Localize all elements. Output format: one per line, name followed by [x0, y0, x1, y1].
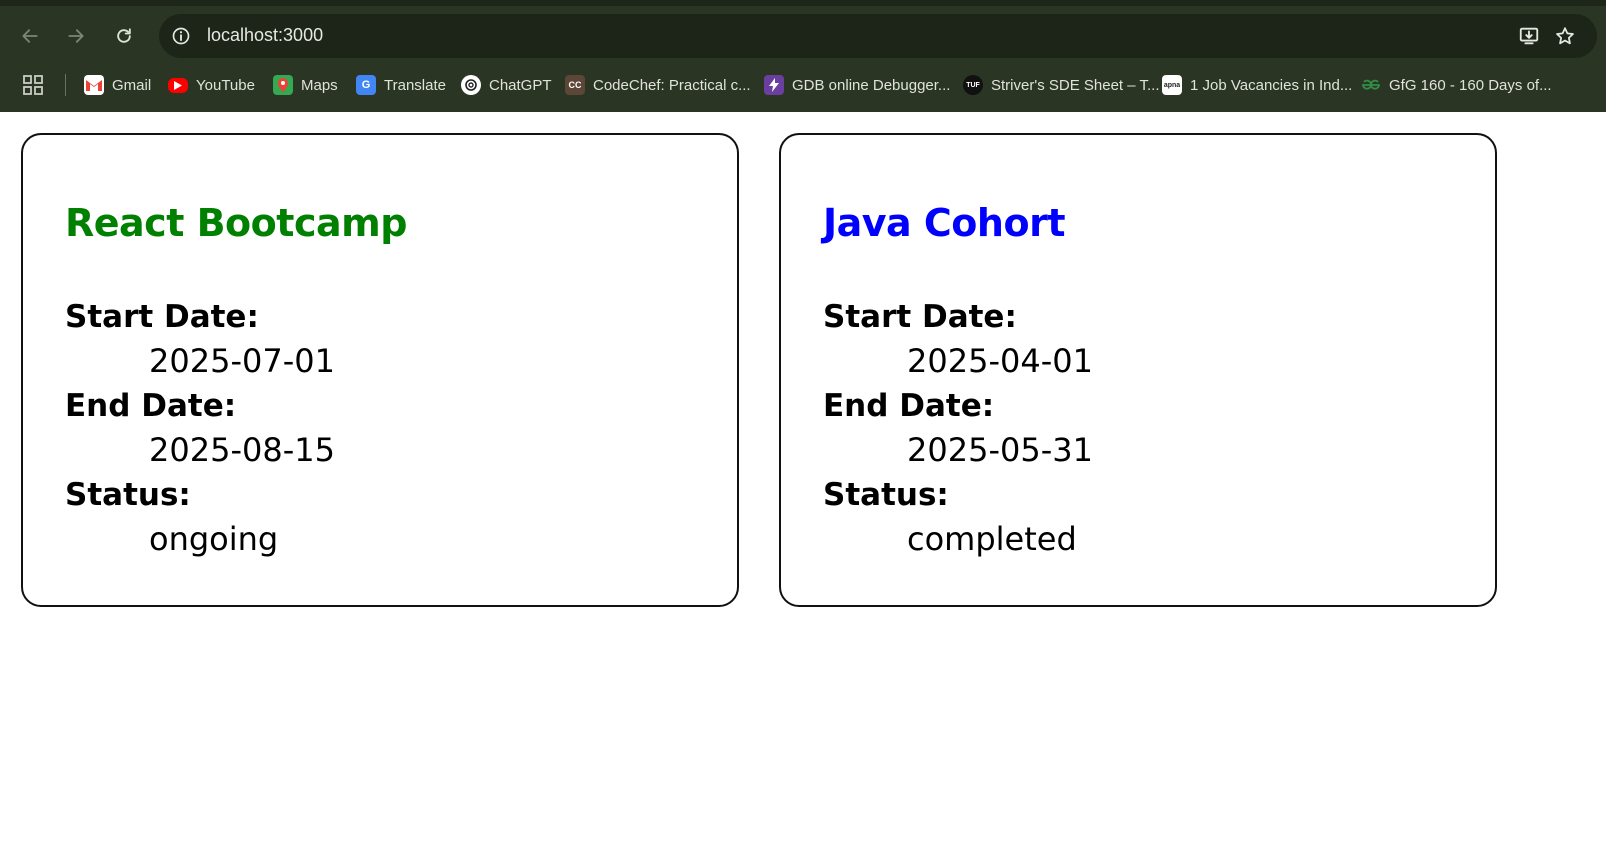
maps-icon — [273, 75, 293, 95]
status-label: Status: — [823, 477, 949, 513]
back-button[interactable] — [16, 22, 44, 50]
cohort-card: Java Cohort Start Date: 2025-04-01 End D… — [779, 133, 1497, 607]
gmail-icon — [84, 75, 104, 95]
bookmark-label: Gmail — [112, 76, 152, 94]
reload-button[interactable] — [110, 22, 138, 50]
chatgpt-icon — [461, 75, 481, 95]
info-icon — [172, 27, 190, 45]
status-value: ongoing — [149, 520, 279, 558]
bookmark-label: 1 Job Vacancies in Ind... — [1190, 76, 1353, 94]
bookmark-label: Striver's SDE Sheet – T... — [991, 76, 1160, 94]
start-date-value: 2025-07-01 — [149, 342, 335, 380]
install-icon — [1519, 27, 1539, 45]
bookmark-striver[interactable]: TUF Striver's SDE Sheet – T... — [963, 72, 1160, 98]
bookmark-star-button[interactable] — [1553, 24, 1577, 48]
cohort-details: Start Date: 2025-07-01 End Date: 2025-08… — [65, 295, 335, 562]
end-date-value: 2025-05-31 — [907, 431, 1093, 469]
end-date-value: 2025-08-15 — [149, 431, 335, 469]
apps-grid-icon[interactable] — [22, 74, 44, 96]
arrow-right-icon — [68, 29, 84, 43]
cohort-details: Start Date: 2025-04-01 End Date: 2025-05… — [823, 295, 1093, 562]
url-text[interactable]: localhost:3000 — [207, 25, 323, 46]
bookmark-label: Translate — [384, 76, 446, 94]
bookmark-label: CodeChef: Practical c... — [593, 76, 751, 94]
status-value: completed — [907, 520, 1077, 558]
cohort-title: React Bootcamp — [65, 201, 407, 245]
site-info-button[interactable] — [169, 24, 193, 48]
arrow-left-icon — [22, 29, 38, 43]
bookmark-gfg[interactable]: GfG 160 - 160 Days of... — [1361, 72, 1552, 98]
tuf-icon: TUF — [963, 75, 983, 95]
translate-icon: G — [356, 75, 376, 95]
bookmark-youtube[interactable]: YouTube — [168, 72, 255, 98]
bookmark-translate[interactable]: G Translate — [356, 72, 446, 98]
end-date-label: End Date: — [823, 388, 995, 424]
address-bar[interactable]: localhost:3000 — [159, 14, 1597, 58]
browser-toolbar: localhost:3000 Gmail YouTube Maps G Tran… — [0, 0, 1606, 112]
status-label: Status: — [65, 477, 191, 513]
bookmark-chatgpt[interactable]: ChatGPT — [461, 72, 552, 98]
bookmark-gdb[interactable]: GDB online Debugger... — [764, 72, 950, 98]
bookmarks-divider — [65, 74, 66, 96]
bookmark-label: Maps — [301, 76, 338, 94]
codechef-icon: CC — [565, 75, 585, 95]
bookmark-codechef[interactable]: CC CodeChef: Practical c... — [565, 72, 751, 98]
bookmark-label: ChatGPT — [489, 76, 552, 94]
cohort-title: Java Cohort — [823, 201, 1065, 245]
bookmark-apna[interactable]: apna 1 Job Vacancies in Ind... — [1162, 72, 1352, 98]
bookmark-maps[interactable]: Maps — [273, 72, 338, 98]
start-date-label: Start Date: — [65, 299, 259, 335]
gdb-icon — [764, 75, 784, 95]
gfg-icon — [1361, 75, 1381, 95]
bookmark-label: GfG 160 - 160 Days of... — [1389, 76, 1552, 94]
apna-icon: apna — [1162, 75, 1182, 95]
start-date-value: 2025-04-01 — [907, 342, 1093, 380]
star-icon — [1556, 27, 1574, 45]
bookmarks-bar: Gmail YouTube Maps G Translate ChatGPT C — [0, 66, 1606, 106]
install-app-button[interactable] — [1517, 24, 1541, 48]
forward-button[interactable] — [62, 22, 90, 50]
bookmark-label: GDB online Debugger... — [792, 76, 951, 94]
youtube-icon — [168, 77, 188, 93]
bookmark-label: YouTube — [196, 76, 255, 94]
tab-strip — [0, 0, 1606, 6]
reload-icon — [117, 28, 131, 43]
bookmark-gmail[interactable]: Gmail — [84, 72, 151, 98]
cohort-card: React Bootcamp Start Date: 2025-07-01 En… — [21, 133, 739, 607]
start-date-label: Start Date: — [823, 299, 1017, 335]
end-date-label: End Date: — [65, 388, 237, 424]
